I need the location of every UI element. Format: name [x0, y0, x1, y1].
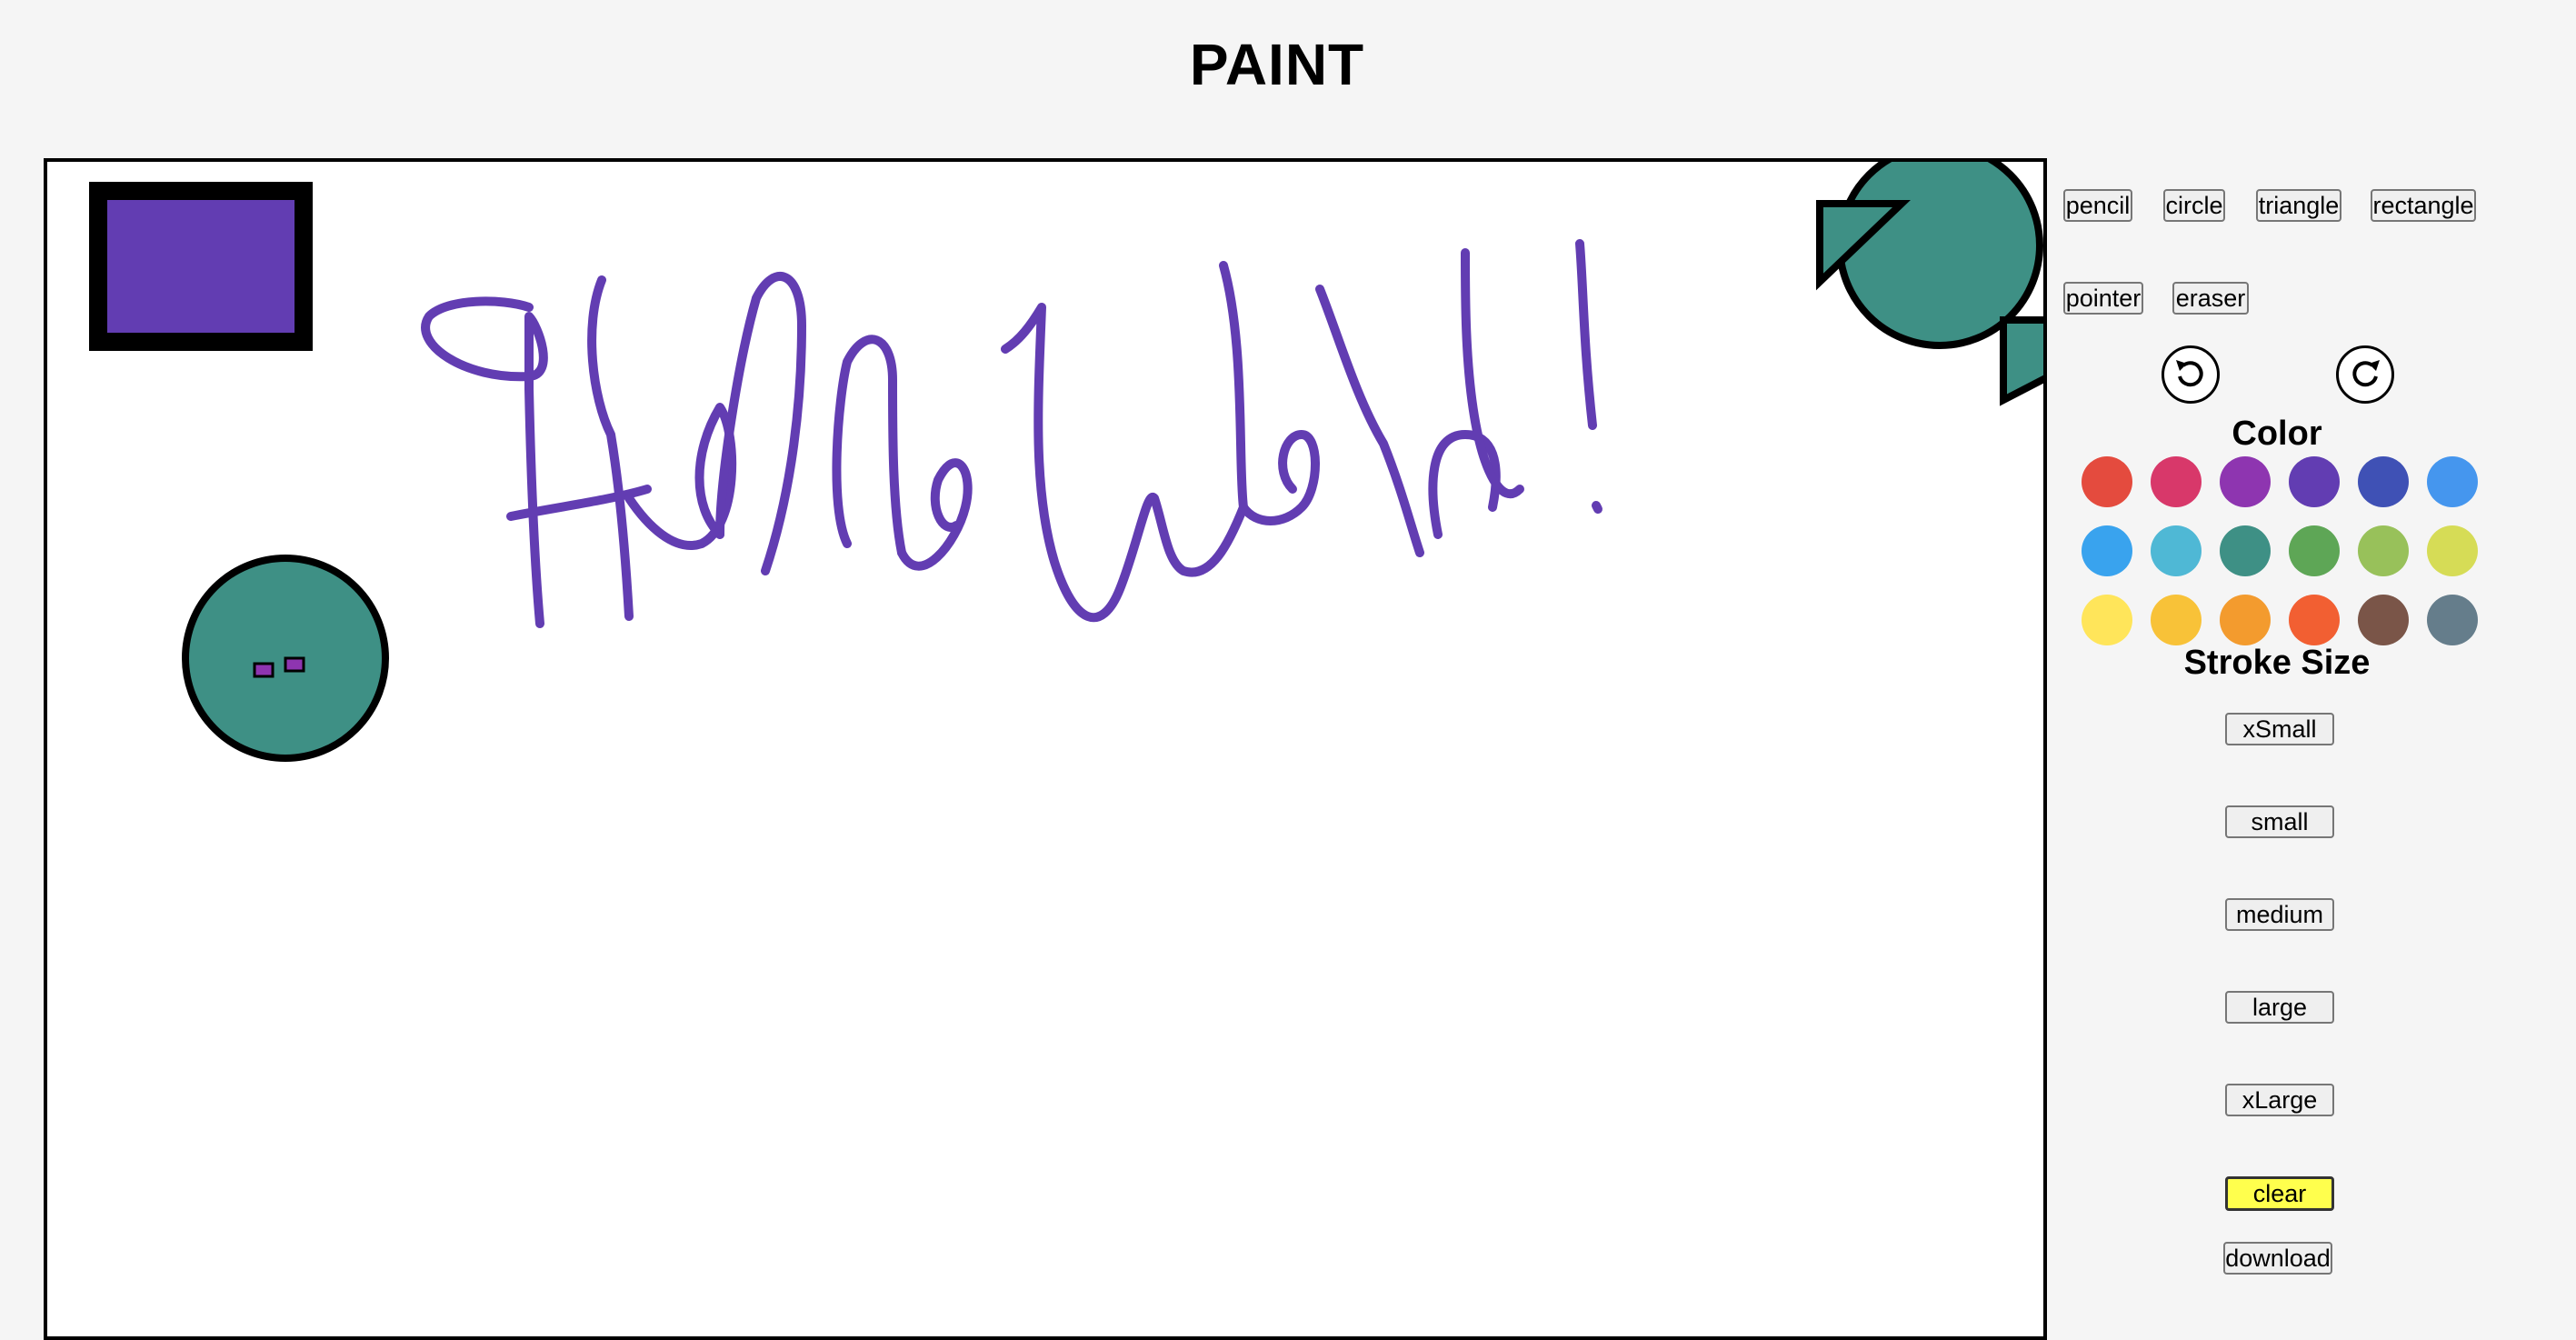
- redo-icon: [2352, 360, 2380, 387]
- color-label: Color: [2232, 415, 2322, 453]
- color-swatch[interactable]: [2358, 456, 2409, 507]
- drawn-small-square: [253, 662, 275, 678]
- color-swatch[interactable]: [2358, 595, 2409, 645]
- color-swatch[interactable]: [2220, 525, 2271, 576]
- canvas-drawing: [89, 162, 2043, 762]
- drawn-rectangle: [89, 182, 313, 351]
- page-title: PAINT: [1189, 32, 1365, 97]
- color-swatch[interactable]: [2220, 595, 2271, 645]
- stroke-size-xlarge-button[interactable]: xLarge: [2225, 1084, 2334, 1116]
- drawing-canvas[interactable]: [44, 158, 2047, 1340]
- drawn-handwriting: [421, 239, 1603, 628]
- color-swatch[interactable]: [2151, 595, 2202, 645]
- color-swatch[interactable]: [2427, 525, 2478, 576]
- undo-button[interactable]: [2162, 345, 2220, 404]
- color-swatch[interactable]: [2082, 595, 2132, 645]
- color-swatch[interactable]: [2427, 456, 2478, 507]
- rectangle-tool-button[interactable]: rectangle: [2371, 189, 2476, 222]
- color-swatch[interactable]: [2220, 456, 2271, 507]
- stroke-size-large-button[interactable]: large: [2225, 991, 2334, 1024]
- stroke-size-small-button[interactable]: small: [2225, 805, 2334, 838]
- color-swatch[interactable]: [2427, 595, 2478, 645]
- drawn-small-square: [284, 656, 305, 673]
- redo-button[interactable]: [2336, 345, 2394, 404]
- stroke-size-xsmall-button[interactable]: xSmall: [2225, 713, 2334, 745]
- pointer-tool-button[interactable]: pointer: [2063, 282, 2143, 315]
- pencil-tool-button[interactable]: pencil: [2063, 189, 2132, 222]
- eraser-tool-button[interactable]: eraser: [2172, 282, 2249, 315]
- color-swatch[interactable]: [2082, 456, 2132, 507]
- undo-icon: [2176, 360, 2203, 387]
- color-swatch[interactable]: [2289, 595, 2340, 645]
- color-swatch[interactable]: [2289, 456, 2340, 507]
- color-swatch[interactable]: [2289, 525, 2340, 576]
- color-swatch[interactable]: [2358, 525, 2409, 576]
- drawn-triangle: [2000, 316, 2043, 406]
- triangle-tool-button[interactable]: triangle: [2256, 189, 2341, 222]
- download-button[interactable]: download: [2223, 1242, 2332, 1275]
- color-swatch[interactable]: [2151, 525, 2202, 576]
- clear-button[interactable]: clear: [2225, 1176, 2334, 1211]
- stroke-size-medium-button[interactable]: medium: [2225, 898, 2334, 931]
- circle-tool-button[interactable]: circle: [2163, 189, 2225, 222]
- stroke-size-label: Stroke Size: [2183, 644, 2371, 682]
- color-swatch[interactable]: [2082, 525, 2132, 576]
- color-swatch[interactable]: [2151, 456, 2202, 507]
